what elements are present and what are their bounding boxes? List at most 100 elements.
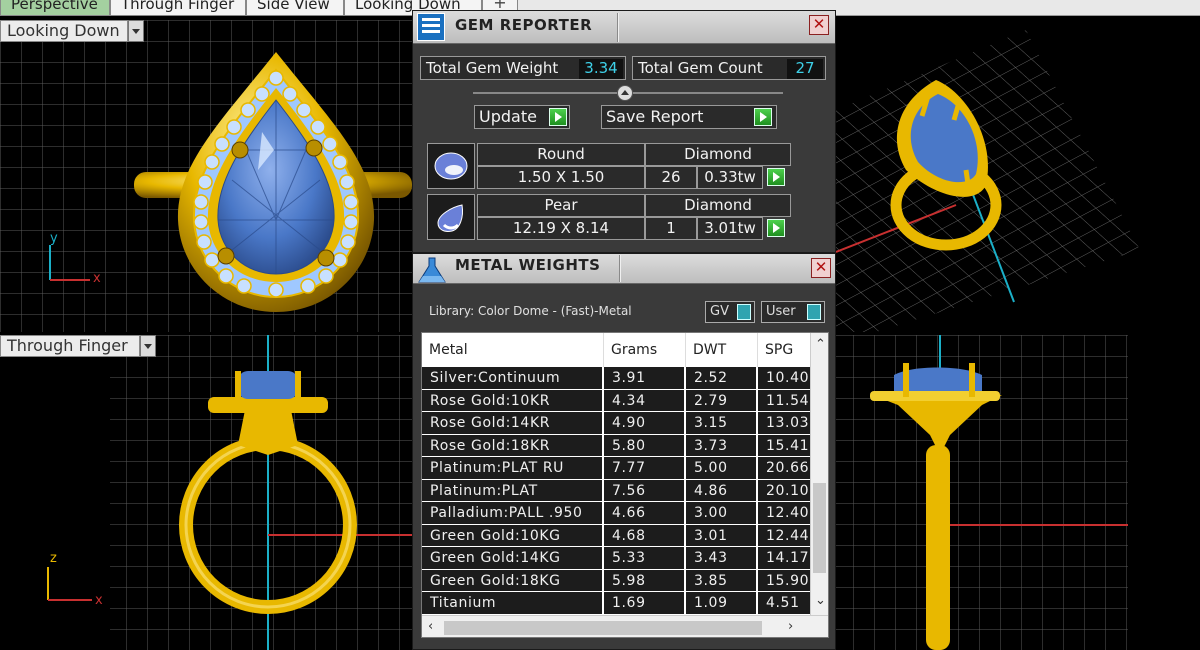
table-row[interactable]: Platinum:PLAT RU 7.77 5.00 20.66 <box>422 457 812 480</box>
dwt-value: 4.86 <box>686 479 758 502</box>
user-toggle[interactable]: User <box>761 301 825 323</box>
total-gem-weight-label: Total Gem Weight <box>426 59 559 77</box>
perspective-canvas <box>836 30 1140 332</box>
viewport-side-view[interactable] <box>832 335 1200 650</box>
gv-toggle[interactable]: GV <box>705 301 755 323</box>
dwt-value: 1.09 <box>686 592 758 615</box>
column-header-metal[interactable]: Metal <box>422 333 604 367</box>
save-report-button[interactable]: Save Report <box>601 105 777 129</box>
spg-value: 12.40 <box>758 502 812 525</box>
table-row[interactable]: Silver:Continuum 3.91 2.52 10.40 <box>422 367 812 390</box>
grams-value: 5.33 <box>604 547 686 570</box>
play-icon[interactable] <box>767 219 785 237</box>
gem-shape: Round <box>477 143 645 166</box>
spg-value: 10.40 <box>758 367 812 390</box>
gem-reporter-panel: GEM REPORTER ✕ Total Gem Weight 3.34 Tot… <box>412 10 836 253</box>
scroll-thumb[interactable] <box>813 483 826 573</box>
table-header: Metal Grams DWT SPG <box>422 333 812 367</box>
viewport-looking-down[interactable]: y x Looking Down <box>0 20 412 332</box>
close-glyph: ✕ <box>814 258 828 276</box>
gem-reporter-header[interactable]: GEM REPORTER ✕ <box>413 11 835 44</box>
tab-label: Side View <box>257 0 330 13</box>
dwt-value: 3.43 <box>686 547 758 570</box>
metal-weights-header[interactable]: METAL WEIGHTS ✕ <box>413 254 835 284</box>
tab-perspective[interactable]: Perspective <box>0 0 110 16</box>
viewport-menu-dropdown[interactable] <box>128 20 144 42</box>
metal-name: Silver:Continuum <box>422 367 604 390</box>
viewport-through-finger[interactable]: z x Through Finger <box>0 335 412 650</box>
gem-count: 26 <box>645 166 697 189</box>
grams-value: 7.56 <box>604 479 686 502</box>
tab-side-view[interactable]: Side View <box>246 0 344 16</box>
dwt-value: 2.79 <box>686 389 758 412</box>
table-row[interactable]: Rose Gold:10KR 4.34 2.79 11.54 <box>422 389 812 412</box>
horizontal-scrollbar[interactable]: ‹ › <box>422 615 828 637</box>
looking-down-canvas: y x <box>0 20 412 332</box>
spg-value: 14.17 <box>758 547 812 570</box>
table-row[interactable]: Titanium 1.69 1.09 4.51 <box>422 592 812 615</box>
gem-carats: 0.33tw <box>697 166 763 189</box>
total-gem-count-field: Total Gem Count 27 <box>632 56 826 80</box>
vertical-scrollbar[interactable]: ⌃ ⌄ <box>810 333 828 615</box>
play-icon[interactable] <box>767 168 785 186</box>
halo-side <box>208 397 328 413</box>
gem-size: 12.19 X 8.14 <box>477 217 645 240</box>
viewport-menu-dropdown[interactable] <box>140 335 156 357</box>
app-window: Perspective Through Finger Side View Loo… <box>0 0 1200 650</box>
close-glyph: ✕ <box>812 15 826 33</box>
update-button[interactable]: Update <box>474 105 570 129</box>
scroll-thumb[interactable] <box>444 621 762 635</box>
spg-value: 12.44 <box>758 524 812 547</box>
collapse-handle[interactable] <box>617 85 633 101</box>
gem-material: Diamond <box>645 143 791 166</box>
library-label: Library: Color Dome - (Fast)-Metal <box>429 304 632 318</box>
spg-value: 15.90 <box>758 569 812 592</box>
y-axis-label: y <box>50 231 58 246</box>
tab-through-finger[interactable]: Through Finger <box>110 0 246 16</box>
side-view-canvas <box>832 335 1128 650</box>
metal-weights-table: Metal Grams DWT SPG Silver:Continuum 3.91… <box>421 332 829 638</box>
gem-row[interactable]: Pear Diamond 12.19 X 8.14 1 3.01tw <box>427 194 791 240</box>
header-divider <box>619 255 621 282</box>
table-row[interactable]: Palladium:PALL .950 4.66 3.00 12.40 <box>422 502 812 525</box>
toggle-indicator <box>807 304 821 320</box>
table-row[interactable]: Green Gold:10KG 4.68 3.01 12.44 <box>422 524 812 547</box>
column-header-dwt[interactable]: DWT <box>686 333 758 367</box>
spg-value: 11.54 <box>758 389 812 412</box>
grams-value: 4.90 <box>604 412 686 435</box>
table-row[interactable]: Platinum:PLAT 7.56 4.86 20.10 <box>422 479 812 502</box>
total-gem-weight-field: Total Gem Weight 3.34 <box>420 56 626 80</box>
halo-side <box>870 391 1000 401</box>
metal-weights-title: METAL WEIGHTS <box>455 256 601 274</box>
toggle-indicator <box>737 304 751 320</box>
shank-side <box>926 445 950 650</box>
total-gem-count-value: 27 <box>787 59 823 79</box>
total-gem-count-label: Total Gem Count <box>638 59 763 77</box>
metal-name: Platinum:PLAT <box>422 479 604 502</box>
save-report-button-label: Save Report <box>606 107 704 126</box>
through-finger-canvas: z x <box>47 335 412 650</box>
metal-name: Platinum:PLAT RU <box>422 457 604 480</box>
scroll-right-icon[interactable]: › <box>788 619 793 634</box>
spg-value: 13.03 <box>758 412 812 435</box>
table-row[interactable]: Green Gold:14KG 5.33 3.43 14.17 <box>422 547 812 570</box>
viewport-label-looking-down[interactable]: Looking Down <box>0 20 128 42</box>
metal-name: Rose Gold:14KR <box>422 412 604 435</box>
column-header-spg[interactable]: SPG <box>758 333 812 367</box>
scroll-left-icon[interactable]: ‹ <box>428 619 433 634</box>
dwt-value: 3.73 <box>686 434 758 457</box>
viewport-label-through-finger[interactable]: Through Finger <box>0 335 140 357</box>
close-icon[interactable]: ✕ <box>809 15 829 35</box>
column-header-grams[interactable]: Grams <box>604 333 686 367</box>
table-row[interactable]: Rose Gold:18KR 5.80 3.73 15.41 <box>422 434 812 457</box>
gem-shape: Pear <box>477 194 645 217</box>
viewport-perspective[interactable] <box>836 20 1200 332</box>
dwt-value: 3.00 <box>686 502 758 525</box>
scroll-up-icon[interactable]: ⌃ <box>815 337 826 352</box>
scroll-down-icon[interactable]: ⌄ <box>815 593 826 608</box>
table-row[interactable]: Green Gold:18KG 5.98 3.85 15.90 <box>422 569 812 592</box>
table-row[interactable]: Rose Gold:14KR 4.90 3.15 13.03 <box>422 412 812 435</box>
gem-row[interactable]: Round Diamond 1.50 X 1.50 26 0.33tw <box>427 143 791 189</box>
close-icon[interactable]: ✕ <box>811 258 831 278</box>
metal-name: Rose Gold:18KR <box>422 434 604 457</box>
